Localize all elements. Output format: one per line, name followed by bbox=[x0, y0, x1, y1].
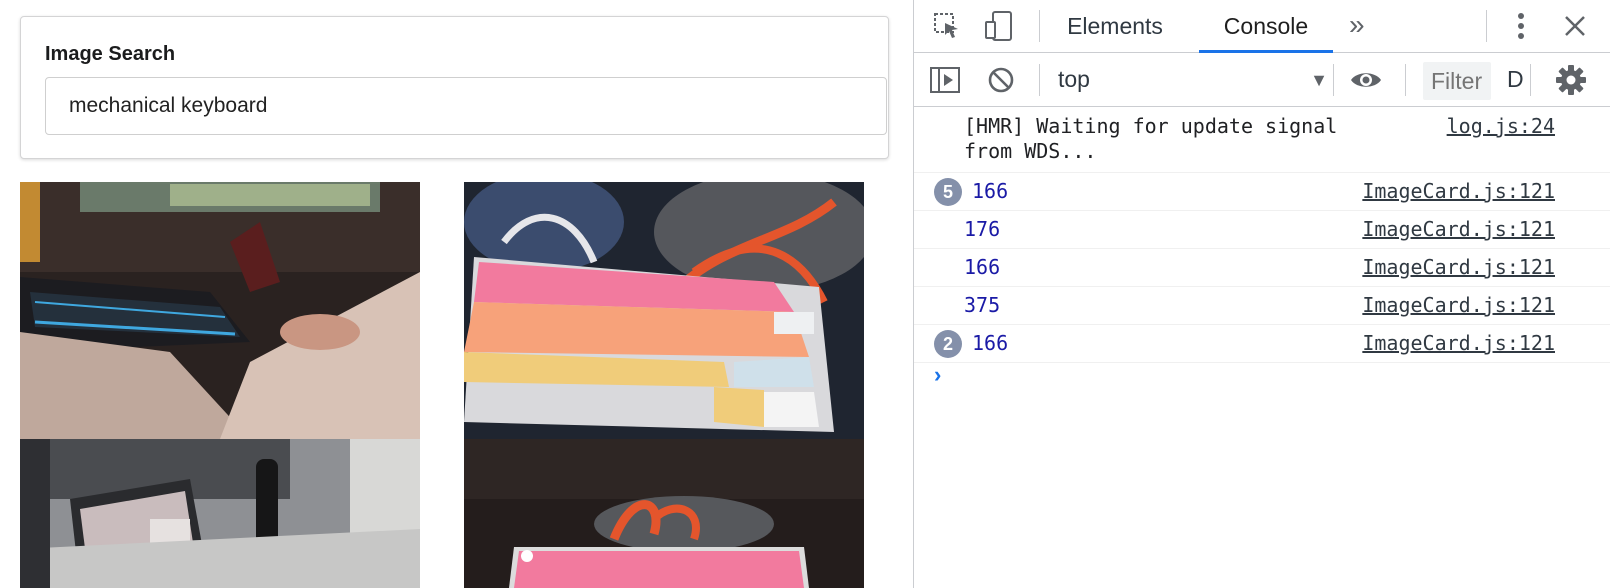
log-message: 166 bbox=[964, 255, 1001, 279]
more-options-icon[interactable] bbox=[1511, 10, 1531, 42]
tab-elements[interactable]: Elements bbox=[1060, 0, 1170, 53]
search-card: Image Search bbox=[20, 16, 889, 159]
log-source-link[interactable]: ImageCard.js:121 bbox=[1362, 331, 1555, 356]
more-tabs-icon[interactable]: » bbox=[1349, 0, 1379, 53]
log-source-link[interactable]: ImageCard.js:121 bbox=[1362, 179, 1555, 204]
context-value: top bbox=[1058, 66, 1090, 92]
repeat-count-badge: 5 bbox=[934, 178, 962, 206]
log-entry: 166 ImageCard.js:121 bbox=[914, 249, 1610, 287]
log-entry: 5 166 ImageCard.js:121 bbox=[914, 173, 1610, 211]
clear-console-icon[interactable] bbox=[985, 64, 1017, 96]
live-expression-eye-icon[interactable] bbox=[1348, 64, 1384, 96]
image-card-gaming-setup[interactable] bbox=[20, 182, 420, 439]
log-message: 166 bbox=[972, 331, 1009, 355]
repeat-count-badge: 2 bbox=[934, 330, 962, 358]
context-selector[interactable]: top ▼ bbox=[1058, 62, 1328, 98]
log-message: [HMR] Waiting for update signal from WDS… bbox=[964, 114, 1350, 163]
log-message: 375 bbox=[964, 293, 1001, 317]
log-entry: 176 ImageCard.js:121 bbox=[914, 211, 1610, 249]
search-label: Image Search bbox=[45, 43, 176, 65]
image-card-pink-keyboard[interactable] bbox=[464, 182, 864, 439]
log-entry: [HMR] Waiting for update signal from WDS… bbox=[914, 108, 1610, 173]
log-message: 176 bbox=[964, 217, 1001, 241]
log-source-link[interactable]: ImageCard.js:121 bbox=[1362, 293, 1555, 318]
log-entry: 375 ImageCard.js:121 bbox=[914, 287, 1610, 325]
filter-field[interactable] bbox=[1423, 62, 1491, 100]
filter-input[interactable] bbox=[1423, 62, 1491, 100]
console-settings-gear-icon[interactable] bbox=[1554, 63, 1588, 97]
console-prompt-icon[interactable]: › bbox=[934, 362, 941, 388]
device-toolbar-icon[interactable] bbox=[982, 9, 1016, 43]
console-toolbar: top ▼ D bbox=[914, 54, 1610, 107]
devtools-panel: Elements Console » top ▼ D bbox=[913, 0, 1610, 588]
app-pane: Image Search bbox=[0, 0, 913, 588]
image-card-pink-keyboard-sneaker[interactable] bbox=[464, 439, 864, 588]
log-entry: 2 166 ImageCard.js:121 bbox=[914, 325, 1610, 363]
sidebar-toggle-icon[interactable] bbox=[928, 64, 962, 96]
devtools-tab-bar: Elements Console » bbox=[914, 0, 1610, 53]
log-source-link[interactable]: ImageCard.js:121 bbox=[1362, 255, 1555, 280]
console-output: [HMR] Waiting for update signal from WDS… bbox=[914, 108, 1610, 588]
close-devtools-icon[interactable] bbox=[1562, 13, 1588, 39]
log-source-link[interactable]: log.js:24 bbox=[1447, 114, 1555, 139]
log-source-link[interactable]: ImageCard.js:121 bbox=[1362, 217, 1555, 242]
search-input[interactable] bbox=[45, 77, 887, 135]
log-message: 166 bbox=[972, 179, 1009, 203]
image-card-laptop-desk[interactable] bbox=[20, 439, 420, 588]
inspect-element-icon[interactable] bbox=[932, 11, 962, 41]
dropdown-arrow-icon: ▼ bbox=[1310, 70, 1328, 90]
log-levels-dropdown[interactable]: D bbox=[1507, 66, 1524, 93]
tab-console[interactable]: Console bbox=[1199, 0, 1333, 53]
